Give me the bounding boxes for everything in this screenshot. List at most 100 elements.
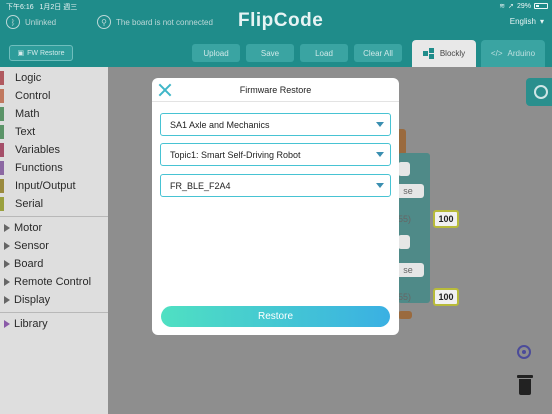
expand-arrow-icon <box>4 296 10 304</box>
expand-arrow-icon <box>4 320 10 328</box>
dropdown-field[interactable] <box>398 162 410 176</box>
number-block[interactable]: 100 <box>433 288 459 306</box>
category-label: Control <box>15 90 51 102</box>
battery-percent: 29% <box>516 2 531 10</box>
category-label: Math <box>15 108 40 120</box>
category-math[interactable]: Math <box>0 105 108 123</box>
group-label: Display <box>14 294 51 306</box>
device-select[interactable]: FR_BLE_F2A4 <box>160 174 391 197</box>
chevron-down-icon <box>376 122 384 127</box>
number-block[interactable]: 100 <box>433 210 459 228</box>
fw-restore-label: FW Restore <box>27 49 65 57</box>
category-color-bar <box>0 179 4 193</box>
sidebar-divider <box>0 312 108 313</box>
group-label: Remote Control <box>14 276 92 288</box>
device-select-value: FR_BLE_F2A4 <box>170 180 231 191</box>
group-label: Sensor <box>14 240 49 252</box>
category-label: Text <box>15 126 36 138</box>
help-button[interactable] <box>526 78 552 106</box>
app-logo: FlipCode <box>238 10 324 31</box>
category-serial[interactable]: Serial <box>0 195 108 213</box>
restore-button[interactable]: Restore <box>161 306 390 327</box>
chip-icon: ▣ <box>17 50 25 57</box>
tab-blockly-label: Blockly <box>439 49 466 58</box>
trash-icon[interactable] <box>517 375 533 395</box>
expand-arrow-icon <box>4 260 10 268</box>
course-select-value: SA1 Axle and Mechanics <box>170 119 270 130</box>
status-indicators: ≋ ➚ 29% <box>499 2 548 10</box>
group-board[interactable]: Board <box>0 255 108 273</box>
usb-icon: ⚲ <box>97 15 111 29</box>
close-icon[interactable] <box>158 83 172 97</box>
tab-arduino[interactable]: </> Arduino <box>481 40 545 67</box>
dialog-header: Firmware Restore <box>152 78 399 102</box>
chevron-down-icon <box>376 183 384 188</box>
tab-blockly[interactable]: Blockly <box>412 40 476 67</box>
category-label: Logic <box>15 72 42 84</box>
status-time: 下午6:16 <box>6 4 34 11</box>
load-button[interactable]: Load <box>300 44 348 62</box>
app-header: 下午6:16 1月2日 週三 ≋ ➚ 29% ᛒ Unlinked ⚲ The … <box>0 0 552 67</box>
category-color-bar <box>0 125 4 139</box>
category-color-bar <box>0 197 4 211</box>
bluetooth-status[interactable]: ᛒ Unlinked <box>6 14 56 30</box>
category-color-bar <box>0 161 4 175</box>
help-icon <box>534 85 548 99</box>
category-functions[interactable]: Functions <box>0 159 108 177</box>
category-label: Functions <box>15 162 63 174</box>
group-label: Motor <box>14 222 43 234</box>
expand-arrow-icon <box>4 278 10 286</box>
dropdown-field[interactable] <box>398 235 410 249</box>
category-color-bar <box>0 143 4 157</box>
category-color-bar <box>0 107 4 121</box>
recenter-icon[interactable] <box>517 345 531 359</box>
board-status-text: The board is not connected <box>116 17 213 27</box>
status-date: 1月2日 週三 <box>39 4 78 11</box>
bluetooth-icon: ᛒ <box>6 15 20 29</box>
wifi-icon: ≋ <box>499 3 506 10</box>
group-library[interactable]: Library <box>0 315 108 333</box>
chevron-down-icon <box>376 152 384 157</box>
battery-icon <box>534 3 548 9</box>
fw-restore-button[interactable]: ▣ FW Restore <box>9 45 73 61</box>
category-color-bar <box>0 89 4 103</box>
upload-button[interactable]: Upload <box>192 44 240 62</box>
block-fragment: 55) <box>398 214 412 224</box>
tab-arduino-label: Arduino <box>507 49 536 58</box>
code-block[interactable] <box>398 311 412 319</box>
group-label: Board <box>14 258 44 270</box>
group-label: Library <box>14 318 48 330</box>
chevron-down-icon: ▾ <box>539 17 544 26</box>
group-display[interactable]: Display <box>0 291 108 309</box>
category-color-bar <box>0 71 4 85</box>
firmware-restore-dialog: Firmware Restore SA1 Axle and Mechanics … <box>152 78 399 335</box>
category-input-output[interactable]: Input/Output <box>0 177 108 195</box>
save-button[interactable]: Save <box>246 44 294 62</box>
topic-select[interactable]: Topic1: Smart Self-Driving Robot <box>160 143 391 166</box>
category-label: Input/Output <box>15 180 76 192</box>
topic-select-value: Topic1: Smart Self-Driving Robot <box>170 149 301 160</box>
clear-all-button[interactable]: Clear All <box>354 44 402 62</box>
category-control[interactable]: Control <box>0 87 108 105</box>
group-sensor[interactable]: Sensor <box>0 237 108 255</box>
status-clock: 下午6:16 1月2日 週三 <box>6 2 77 12</box>
connection-status-text: Unlinked <box>25 17 57 27</box>
location-icon: ➚ <box>508 3 514 10</box>
block-fragment: 55) <box>398 292 412 302</box>
language-selector[interactable]: English ▾ <box>510 17 544 26</box>
dialog-title: Firmware Restore <box>239 85 312 95</box>
language-label: English <box>509 17 536 26</box>
expand-arrow-icon <box>4 224 10 232</box>
code-icon: </> <box>490 49 503 58</box>
category-logic[interactable]: Logic <box>0 69 108 87</box>
course-select[interactable]: SA1 Axle and Mechanics <box>160 113 391 136</box>
board-status: ⚲ The board is not connected <box>97 14 213 30</box>
expand-arrow-icon <box>4 242 10 250</box>
category-label: Serial <box>15 198 44 210</box>
category-variables[interactable]: Variables <box>0 141 108 159</box>
group-motor[interactable]: Motor <box>0 219 108 237</box>
toolbox-sidebar: Logic Control Math Text Variables Functi… <box>0 67 108 414</box>
group-remote-control[interactable]: Remote Control <box>0 273 108 291</box>
sidebar-divider <box>0 216 108 217</box>
category-text[interactable]: Text <box>0 123 108 141</box>
